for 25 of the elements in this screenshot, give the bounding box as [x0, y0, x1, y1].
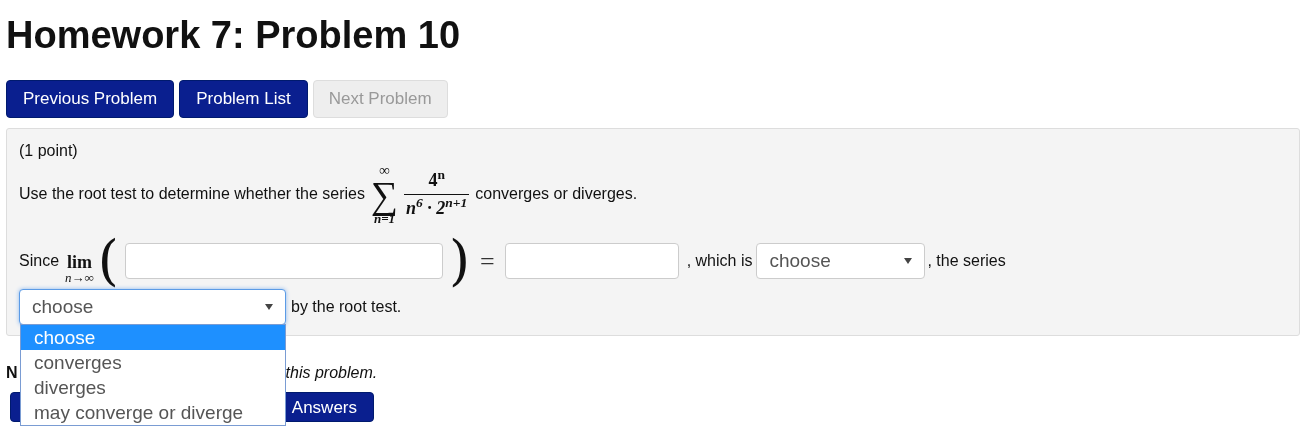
dropdown-select[interactable]: choose [756, 243, 926, 280]
note-text: this problem. [285, 363, 378, 384]
answer-field[interactable] [504, 243, 679, 280]
caret-icon [904, 258, 913, 265]
question-text: Use the root test to determine whether the series [19, 184, 365, 205]
by-root-test-label: by the root test. [291, 297, 402, 318]
question-text: converges or diverges. [475, 184, 638, 205]
equals-sign: = [479, 245, 495, 278]
page-title: Homework 7: Problem 10 [6, 13, 462, 58]
since-label: Since [19, 251, 60, 272]
dropdown-select[interactable]: choose [19, 289, 286, 326]
the-series-label: , the series [927, 251, 1006, 272]
close-parenthesis: ) [448, 234, 470, 289]
open-parenthesis: ( [97, 234, 119, 289]
note-text: N [6, 363, 18, 384]
nav-button[interactable]: Problem List [179, 80, 308, 118]
points-label: (1 point) [19, 141, 79, 161]
dropdown-option[interactable]: converges [21, 350, 285, 376]
answer-field[interactable] [124, 243, 443, 280]
limit-operator: lim n→∞ [65, 252, 94, 284]
which-is-label: , which is [686, 251, 753, 272]
caret-icon [265, 304, 273, 311]
summation-symbol: ∞ ∑ n=1 [370, 163, 399, 226]
nav-button[interactable]: Previous Problem [6, 80, 175, 118]
fraction: 4$^{n}$ n$^{6}$ · 2$^{n+1}$ [404, 169, 470, 220]
